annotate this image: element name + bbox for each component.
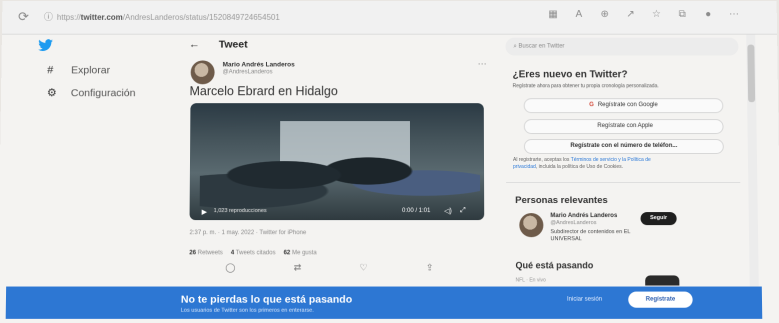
grid-icon[interactable]: ▦ <box>547 9 559 20</box>
url-host: twitter.com <box>80 12 123 22</box>
google-signup-button[interactable]: G Regístrate con Google <box>523 98 724 114</box>
person-bio: Subdirector de contenidos en EL UNIVERSA… <box>550 229 631 243</box>
star-icon[interactable]: ☆ <box>650 9 662 20</box>
fullscreen-icon[interactable]: ⤢ <box>460 207 466 215</box>
phone-signup-button[interactable]: Regístrate con el número de teléfon... <box>523 139 724 155</box>
url-prefix: https:// <box>56 12 81 22</box>
retweets-stat[interactable]: 26 Retweets <box>189 250 223 256</box>
screen: ⟳ ⓘ https://twitter.com/AndresLanderos/st… <box>0 1 779 323</box>
video-timestamp: 0:00 / 1:01 <box>402 208 431 215</box>
signup-heading: ¿Eres nuevo en Twitter? <box>512 69 628 81</box>
url-path: /AndresLanderos/status/1520849724654501 <box>122 12 280 22</box>
banner-subtitle: Los usuarios de Twitter son los primeros… <box>180 307 314 314</box>
page-title: Tweet <box>218 38 248 51</box>
more-options-icon[interactable]: ··· <box>478 58 487 68</box>
translate-icon[interactable]: A <box>573 9 585 20</box>
volume-icon[interactable]: ◁) <box>444 207 452 215</box>
person-avatar[interactable] <box>519 213 544 238</box>
quotes-stat[interactable]: 4 Tweets citados <box>231 250 276 256</box>
tweet-video[interactable]: ▶ 1,023 reproducciones 0:00 / 1:01 ◁) ⤢ <box>189 103 485 221</box>
back-arrow-icon[interactable]: ← <box>189 39 200 51</box>
trending-heading: Qué está pasando <box>515 260 594 271</box>
author-avatar[interactable] <box>190 60 215 85</box>
reload-icon[interactable]: ⟳ <box>18 9 29 25</box>
signup-subtext: Regístrate ahora para obtener tu propia … <box>512 83 659 90</box>
zoom-icon[interactable]: ⊕ <box>599 9 611 20</box>
tweet-stats: 26 Retweets 4 Tweets citados 62 Me gusta <box>189 250 316 256</box>
twitter-bird-icon[interactable] <box>37 39 54 53</box>
signup-button[interactable]: Regístrate <box>628 291 693 308</box>
search-icon: ⌕ <box>513 43 517 50</box>
info-icon[interactable]: ⓘ <box>44 12 53 22</box>
author-handle[interactable]: @AndresLanderos <box>223 69 273 75</box>
author-name[interactable]: Mario Andrés Landeros <box>223 61 295 68</box>
like-icon[interactable]: ♡ <box>359 262 367 273</box>
extensions-icon[interactable]: ⧉ <box>676 9 688 20</box>
apple-signup-button[interactable]: Regístrate con Apple <box>523 119 724 135</box>
share-icon[interactable]: ↗ <box>625 9 637 20</box>
retweet-icon[interactable]: ⇄ <box>294 262 302 273</box>
signup-banner: No te pierdas lo que está pasando Los us… <box>5 286 763 319</box>
video-view-count: 1,023 reproducciones <box>213 208 267 215</box>
share-tweet-icon[interactable]: ⇪ <box>426 262 434 273</box>
menu-icon[interactable]: ⋯ <box>728 9 740 20</box>
person-name[interactable]: Mario Andrés Landeros <box>550 213 617 219</box>
address-bar[interactable]: ⓘ https://twitter.com/AndresLanderos/stat… <box>44 8 502 26</box>
search-placeholder: Buscar en Twitter <box>518 43 565 50</box>
sidebar-item-label: Explorar <box>71 64 111 77</box>
banner-title: No te pierdas lo que está pasando <box>180 293 353 306</box>
scrollbar-thumb[interactable] <box>747 44 756 103</box>
reply-icon[interactable]: ◯ <box>225 262 235 273</box>
follow-button[interactable]: Seguir <box>640 212 677 226</box>
google-icon: G <box>589 102 594 109</box>
browser-toolbar: ⟳ ⓘ https://twitter.com/AndresLanderos/st… <box>1 1 778 35</box>
search-input[interactable]: ⌕ Buscar en Twitter <box>505 37 739 56</box>
divider <box>506 182 741 184</box>
relevant-people-heading: Personas relevantes <box>515 195 608 207</box>
hashtag-icon: # <box>47 64 54 77</box>
trending-item-peek[interactable]: NFL · En vivo <box>516 277 546 283</box>
terms-text: Al registrarte, aceptas los Términos de … <box>512 157 651 170</box>
likes-stat[interactable]: 62 Me gusta <box>284 250 317 256</box>
sidebar-item-label: Configuración <box>70 86 136 99</box>
gear-icon: ⚙ <box>46 87 57 100</box>
sidebar-item-configuracion[interactable]: ⚙ Configuración <box>47 86 136 99</box>
tweet-actions: ◯ ⇄ ♡ ⇪ <box>225 262 433 273</box>
trending-button-peek[interactable] <box>645 275 680 286</box>
tweet-meta: 2:37 p. m. · 1 may. 2022 · Twitter for i… <box>189 230 307 237</box>
browser-actions: ▦ A ⊕ ↗ ☆ ⧉ ● ⋯ <box>547 9 740 20</box>
profile-icon[interactable]: ● <box>702 9 714 20</box>
play-icon[interactable]: ▶ <box>202 208 207 216</box>
sidebar-item-explorar[interactable]: # Explorar <box>47 64 110 76</box>
tweet-text: Marcelo Ebrard en Hidalgo <box>189 84 338 99</box>
login-link[interactable]: Iniciar sesión <box>567 297 602 303</box>
person-handle[interactable]: @AndresLanderos <box>550 220 596 226</box>
